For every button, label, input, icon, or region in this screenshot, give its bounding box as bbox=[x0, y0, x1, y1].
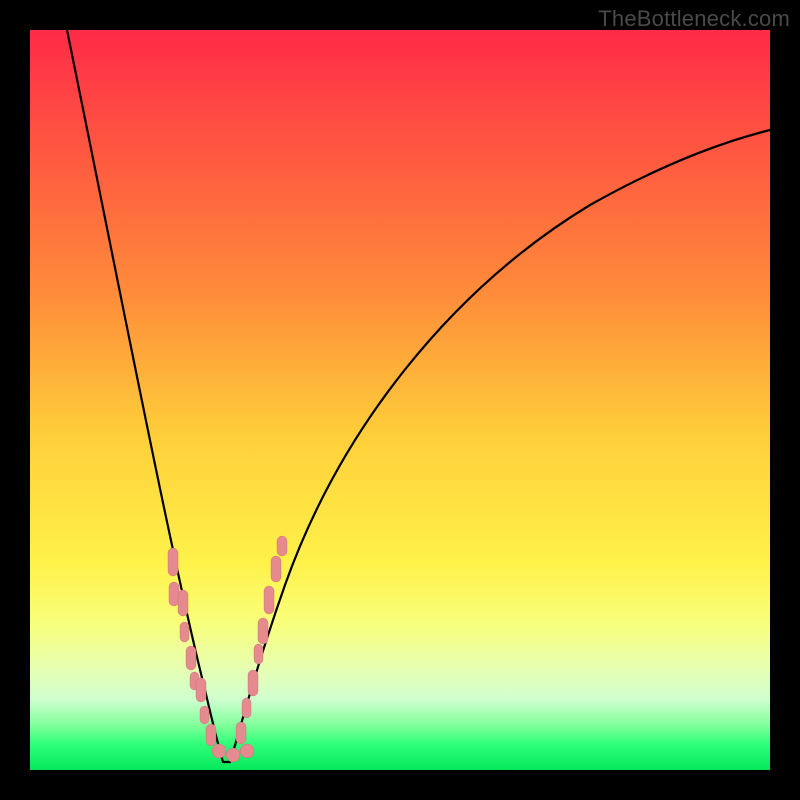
bead-cluster bbox=[168, 536, 287, 762]
bottleneck-curve bbox=[30, 30, 770, 770]
chart-frame: TheBottleneck.com bbox=[0, 0, 800, 800]
watermark-link[interactable]: TheBottleneck.com bbox=[598, 6, 790, 32]
plot-area bbox=[30, 30, 770, 770]
